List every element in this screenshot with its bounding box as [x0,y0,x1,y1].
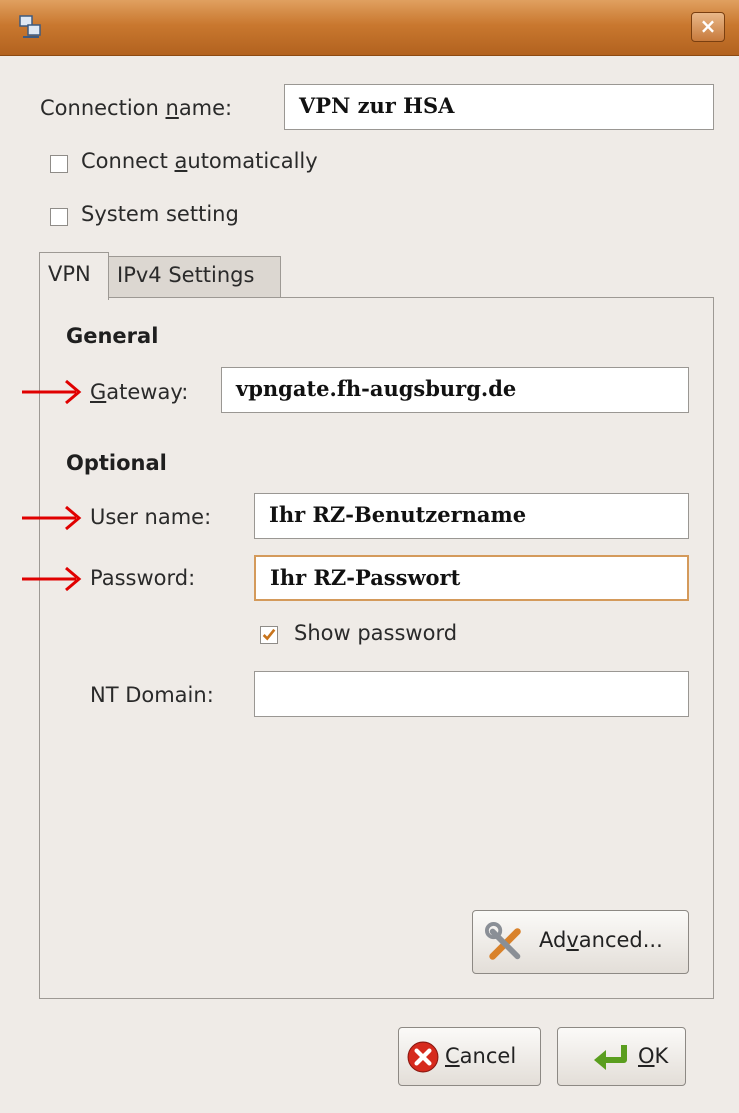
title-bar: × [0,0,739,56]
advanced-button-label: Advanced... [539,928,663,952]
tab-vpn[interactable]: VPN [39,252,109,300]
password-label: Password: [90,566,196,590]
ok-button[interactable]: OK [557,1027,686,1086]
cancel-button[interactable]: Cancel [398,1027,541,1086]
advanced-button[interactable]: Advanced... [472,910,689,974]
connection-name-label: Connection name: [40,96,233,120]
system-setting-label[interactable]: System setting [81,202,239,226]
advanced-tools-icon [485,922,521,960]
cancel-icon [407,1041,439,1073]
connect-automatically-label[interactable]: Connect automatically [81,149,318,173]
close-icon: × [699,14,717,38]
password-arrow-icon [22,566,82,592]
password-input[interactable]: Ihr RZ-Passwort [254,555,689,601]
optional-heading: Optional [66,451,167,475]
close-button[interactable]: × [691,12,725,42]
gateway-input[interactable]: vpngate.fh-augsburg.de [221,367,689,413]
gateway-label: Gateway: [90,380,189,404]
tab-ipv4-settings[interactable]: IPv4 Settings [108,256,281,297]
system-setting-checkbox[interactable] [50,208,68,226]
ok-button-label: OK [638,1044,669,1068]
gateway-arrow-icon [22,379,82,405]
tab-ipv4-settings-label: IPv4 Settings [117,263,255,287]
ok-enter-icon [594,1045,627,1070]
nt-domain-input[interactable] [254,671,689,717]
tab-vpn-label: VPN [48,262,91,286]
username-label: User name: [90,505,212,529]
checkmark-icon [262,628,276,641]
network-connections-icon [19,15,41,38]
show-password-label[interactable]: Show password [294,621,457,645]
connection-name-input[interactable]: VPN zur HSA [284,84,714,130]
nt-domain-label: NT Domain: [90,683,214,707]
general-heading: General [66,324,159,348]
show-password-checkbox[interactable] [260,626,278,644]
cancel-button-label: Cancel [445,1044,517,1068]
username-arrow-icon [22,505,82,531]
username-input[interactable]: Ihr RZ-Benutzername [254,493,689,539]
connect-automatically-checkbox[interactable] [50,155,68,173]
